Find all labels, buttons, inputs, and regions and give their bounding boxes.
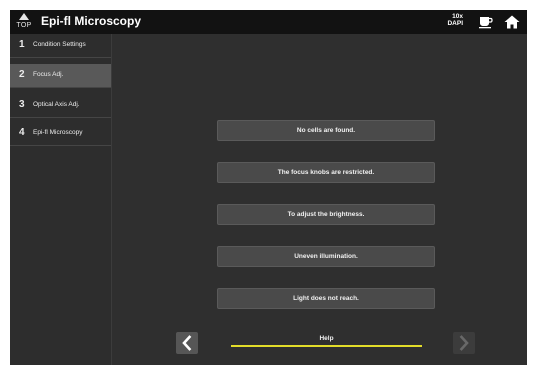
triangle-up-icon	[19, 13, 29, 20]
page-title: Epi-fl Microscopy	[41, 14, 142, 28]
coffee-cup-icon[interactable]	[478, 15, 494, 29]
option-light-does-not-reach[interactable]: Light does not reach.	[217, 288, 435, 309]
option-adjust-brightness[interactable]: To adjust the brightness.	[217, 204, 435, 225]
sidebar-item-label: Focus Adj.	[33, 71, 64, 78]
sidebar-item-focus-adj[interactable]: 2 Focus Adj.	[10, 64, 111, 88]
sidebar-item-number: 2	[19, 69, 25, 80]
option-focus-knobs-restricted[interactable]: The focus knobs are restricted.	[217, 162, 435, 183]
option-no-cells-found[interactable]: No cells are found.	[217, 120, 435, 141]
previous-button[interactable]	[176, 332, 198, 354]
objective-magnification: 10x	[452, 13, 463, 20]
next-button[interactable]	[453, 332, 475, 354]
sidebar-item-label: Optical Axis Adj.	[33, 101, 80, 108]
sidebar-item-label: Epi-fl Microscopy	[33, 129, 83, 136]
top-button[interactable]: TOP	[10, 10, 38, 34]
app-window: TOP Epi-fl Microscopy 10x DAPI 1 Conditi…	[10, 10, 527, 365]
sidebar-item-number: 4	[19, 127, 25, 138]
objective-indicator[interactable]: 10x DAPI	[441, 13, 463, 27]
sidebar-item-number: 3	[19, 99, 25, 110]
sidebar-item-number: 1	[19, 39, 25, 50]
sidebar-item-label: Condition Settings	[33, 41, 86, 48]
objective-filter: DAPI	[447, 20, 463, 27]
sidebar-item-optical-axis-adj[interactable]: 3 Optical Axis Adj.	[10, 94, 111, 118]
option-uneven-illumination[interactable]: Uneven illumination.	[217, 246, 435, 267]
top-label: TOP	[16, 22, 32, 29]
home-icon[interactable]	[504, 15, 520, 29]
sidebar-item-epi-fl-microscopy[interactable]: 4 Epi-fl Microscopy	[10, 122, 111, 146]
chevron-left-icon	[182, 335, 192, 351]
sidebar-item-condition-settings[interactable]: 1 Condition Settings	[10, 34, 111, 58]
chevron-right-icon	[459, 335, 469, 351]
help-underline	[231, 345, 422, 347]
header-bar: TOP Epi-fl Microscopy 10x DAPI	[10, 10, 527, 34]
help-label[interactable]: Help	[231, 335, 422, 342]
sidebar: 1 Condition Settings 2 Focus Adj. 3 Opti…	[10, 34, 112, 365]
